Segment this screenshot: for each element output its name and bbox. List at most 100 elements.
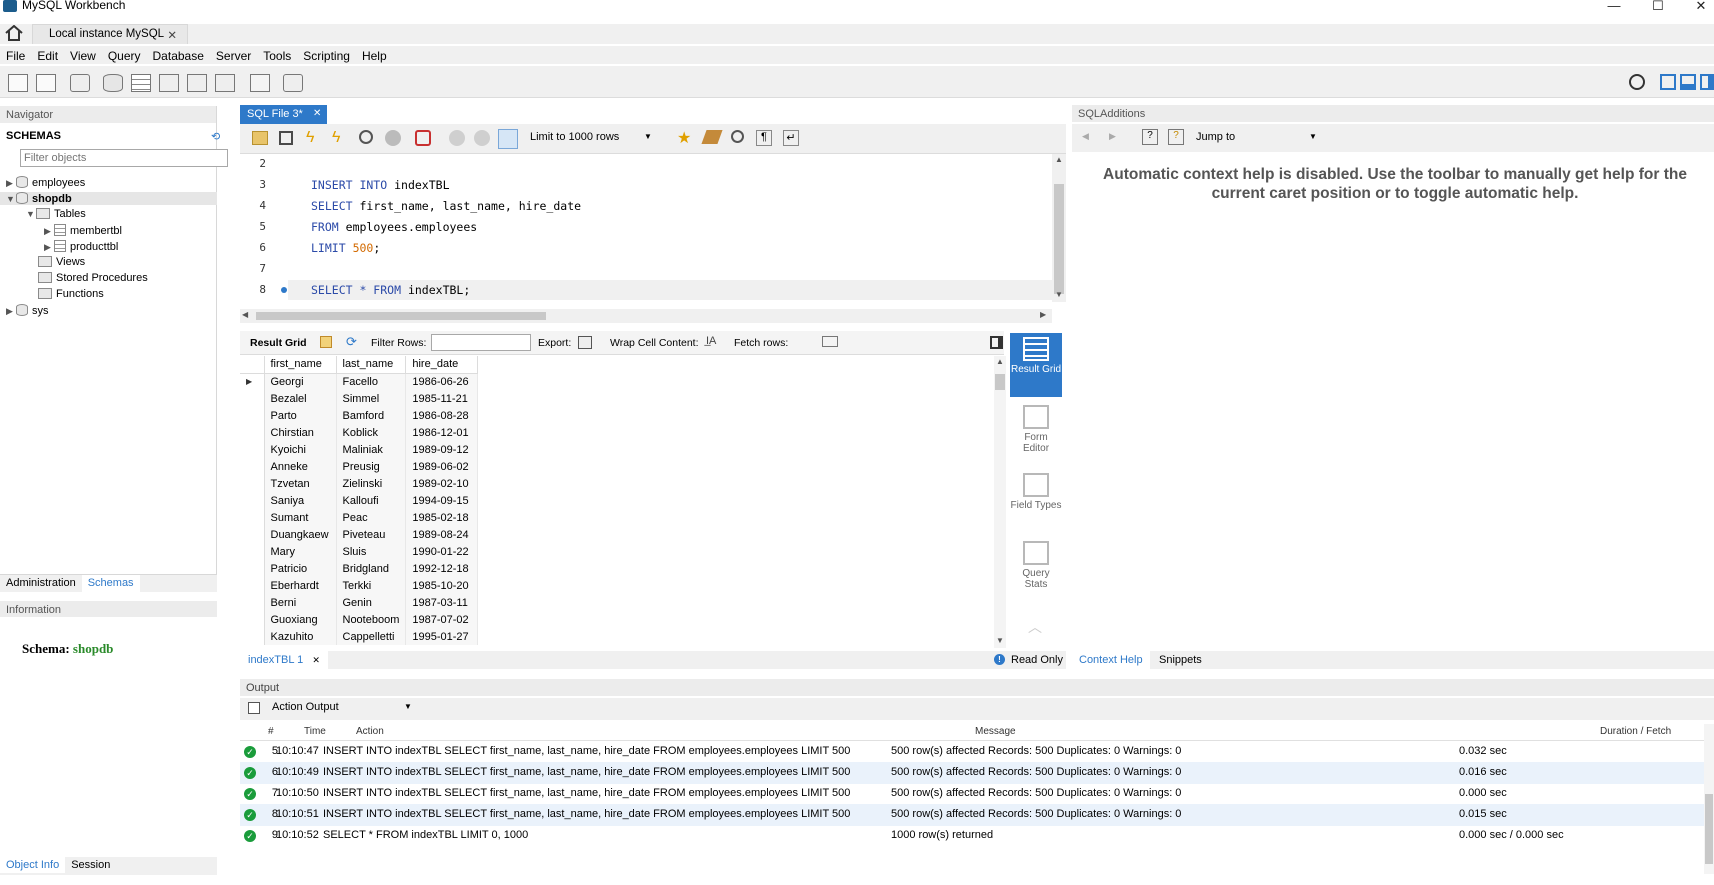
minimize-button[interactable]: — xyxy=(1603,0,1625,14)
table-cell[interactable]: Kalloufi xyxy=(336,492,407,509)
row-header[interactable] xyxy=(240,458,265,475)
chevron-up-icon[interactable]: ▲ xyxy=(996,357,1004,366)
table-cell[interactable]: Kyoichi xyxy=(264,441,337,458)
table-row[interactable]: Eberhardt Terkki 1985-10-20 xyxy=(240,577,479,594)
fetch-rows-icon[interactable] xyxy=(822,336,838,347)
table-cell[interactable]: 1989-09-12 xyxy=(405,441,479,458)
table-row[interactable]: ▶ Georgi Facello 1986-06-26 xyxy=(240,373,479,390)
chevron-down-icon[interactable]: ▼ xyxy=(996,636,1004,645)
table-row[interactable]: Mary Sluis 1990-01-22 xyxy=(240,543,479,560)
toggle-secondary-sidebar-icon[interactable] xyxy=(1700,74,1714,90)
table-cell[interactable]: Saniya xyxy=(264,492,337,509)
tree-item-sys[interactable]: ▶ sys xyxy=(6,304,49,317)
scroll-thumb[interactable] xyxy=(995,374,1005,390)
back-icon[interactable]: ◀ xyxy=(1082,131,1089,142)
tree-item-views[interactable]: Views xyxy=(38,256,85,268)
expand-arrow-icon[interactable]: ▶ xyxy=(44,242,54,253)
table-row[interactable]: Berni Genin 1987-03-11 xyxy=(240,594,479,611)
output-row[interactable]: ✓ 8 10:10:51 INSERT INTO indexTBL SELECT fi… xyxy=(240,804,1706,826)
toggle-side-panel-icon[interactable] xyxy=(990,336,1003,349)
jump-to-select[interactable]: Jump to ▼ xyxy=(1196,131,1317,143)
result-grid-button[interactable]: Result Grid xyxy=(1010,333,1062,397)
scroll-thumb[interactable] xyxy=(1054,184,1064,294)
table-cell[interactable]: 1985-10-20 xyxy=(405,577,479,594)
table-cell[interactable]: Georgi xyxy=(264,373,337,390)
menu-database[interactable]: Database xyxy=(147,46,210,63)
expand-arrow-icon[interactable]: ▶ xyxy=(6,178,16,189)
table-row[interactable]: Tzvetan Zielinski 1989-02-10 xyxy=(240,475,479,492)
tab-administration[interactable]: Administration xyxy=(0,575,82,592)
column-header-hire-date[interactable]: hire_date xyxy=(405,356,479,374)
connection-tab[interactable]: Local instance MySQL ✕ xyxy=(32,24,188,44)
table-cell[interactable]: Duangkaew xyxy=(264,526,337,543)
auto-help-icon[interactable]: ? xyxy=(1168,129,1184,145)
menu-tools[interactable]: Tools xyxy=(257,46,297,63)
row-header[interactable] xyxy=(240,628,265,645)
table-row[interactable]: Bezalel Simmel 1985-11-21 xyxy=(240,390,479,407)
wrap-lines-icon[interactable]: ↵ xyxy=(783,130,799,146)
schema-inspector-icon[interactable] xyxy=(70,74,90,92)
execute-icon[interactable]: ϟ xyxy=(306,129,314,147)
maximize-button[interactable]: ☐ xyxy=(1647,0,1669,14)
result-tab-indextbl[interactable]: indexTBL 1 ✕ xyxy=(240,651,328,669)
row-header[interactable] xyxy=(240,390,265,407)
table-cell[interactable]: 1987-07-02 xyxy=(405,611,479,628)
create-schema-icon[interactable] xyxy=(103,74,123,92)
table-cell[interactable]: Guoxiang xyxy=(264,611,337,628)
sql-editor[interactable]: 2 3 4 5 6 7 8 INSERT INTO indexTBL SELEC… xyxy=(240,154,1052,302)
table-cell[interactable]: Eberhardt xyxy=(264,577,337,594)
settings-gear-icon[interactable] xyxy=(1629,74,1645,90)
table-cell[interactable]: Nooteboom xyxy=(336,611,407,628)
table-cell[interactable]: 1995-01-27 xyxy=(405,628,479,645)
search-table-data-icon[interactable] xyxy=(250,74,270,92)
row-header[interactable] xyxy=(240,543,265,560)
save-icon[interactable] xyxy=(279,131,293,145)
expand-arrow-icon[interactable]: ▶ xyxy=(6,306,16,317)
chevron-down-icon[interactable]: ▼ xyxy=(1055,290,1063,299)
table-cell[interactable]: 1989-02-10 xyxy=(405,475,479,492)
table-row[interactable]: Patricio Bridgland 1992-12-18 xyxy=(240,560,479,577)
output-row[interactable]: ✓ 7 10:10:50 INSERT INTO indexTBL SELECT fi… xyxy=(240,783,1706,805)
forward-icon[interactable]: ▶ xyxy=(1109,131,1116,142)
close-tab-icon[interactable]: ✕ xyxy=(167,28,177,42)
table-cell[interactable]: Patricio xyxy=(264,560,337,577)
collapse-arrow-icon[interactable]: ▼ xyxy=(26,209,36,219)
table-cell[interactable]: Genin xyxy=(336,594,407,611)
create-view-icon[interactable] xyxy=(159,74,179,92)
tree-item-employees[interactable]: ▶ employees xyxy=(6,176,85,189)
table-cell[interactable]: Parto xyxy=(264,407,337,424)
open-sql-script-icon[interactable] xyxy=(36,74,56,92)
chevron-right-icon[interactable]: ▶ xyxy=(1040,310,1046,319)
new-sql-tab-icon[interactable] xyxy=(8,74,28,92)
table-cell[interactable]: 1986-12-01 xyxy=(405,424,479,441)
tree-item-functions[interactable]: Functions xyxy=(38,288,104,300)
query-stats-button[interactable]: Query Stats xyxy=(1010,537,1062,597)
create-procedure-icon[interactable] xyxy=(187,74,207,92)
tab-schemas[interactable]: Schemas xyxy=(81,575,140,592)
row-header[interactable] xyxy=(240,560,265,577)
table-cell[interactable]: Facello xyxy=(336,373,407,390)
tab-snippets[interactable]: Snippets xyxy=(1152,651,1209,669)
table-row[interactable]: Sumant Peac 1985-02-18 xyxy=(240,509,479,526)
row-header[interactable]: ▶ xyxy=(240,373,265,390)
table-row[interactable]: Duangkaew Piveteau 1989-08-24 xyxy=(240,526,479,543)
chevron-left-icon[interactable]: ◀ xyxy=(242,310,248,319)
menu-scripting[interactable]: Scripting xyxy=(297,46,356,63)
limit-rows-select[interactable]: Limit to 1000 rows ▼ xyxy=(526,131,654,147)
table-cell[interactable]: Preusig xyxy=(336,458,407,475)
manual-help-icon[interactable]: ? xyxy=(1142,129,1158,145)
table-cell[interactable]: 1986-06-26 xyxy=(405,373,479,390)
menu-server[interactable]: Server xyxy=(210,46,257,63)
menu-help[interactable]: Help xyxy=(356,46,393,63)
tree-item-membertbl[interactable]: ▶ membertbl xyxy=(44,224,122,237)
table-cell[interactable]: Berni xyxy=(264,594,337,611)
result-grid[interactable]: first_name last_name hire_date ▶ Georgi Fa… xyxy=(240,356,994,648)
reconnect-icon[interactable] xyxy=(283,74,303,92)
grid-view-icon[interactable] xyxy=(320,336,332,348)
tab-session[interactable]: Session xyxy=(65,857,116,873)
row-header[interactable] xyxy=(240,611,265,628)
close-tab-icon[interactable]: ✕ xyxy=(312,655,320,665)
create-function-icon[interactable] xyxy=(215,74,235,92)
table-cell[interactable]: Anneke xyxy=(264,458,337,475)
table-cell[interactable]: Tzvetan xyxy=(264,475,337,492)
